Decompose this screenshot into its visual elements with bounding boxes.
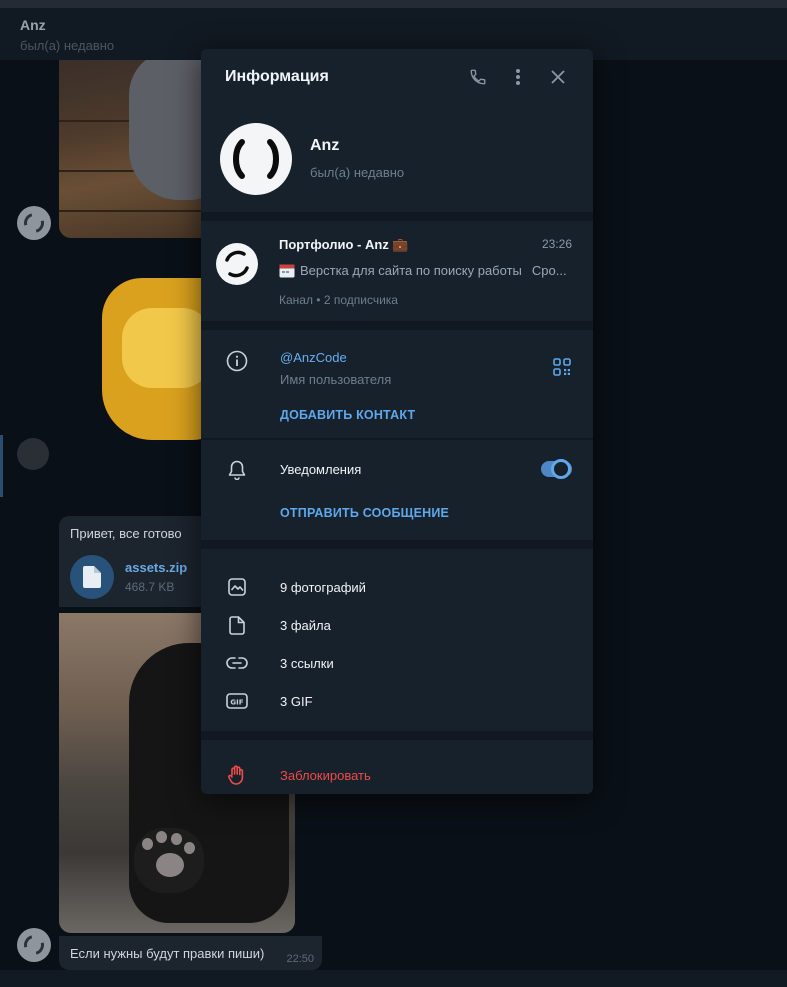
notifications-toggle[interactable] (541, 459, 572, 479)
channel-time: 23:26 (541, 237, 572, 251)
username-section: @AnzCode Имя пользователя ДОБАВИТЬ КОНТА… (201, 330, 593, 438)
channel-subscribers: Канал • 2 подписчика (279, 293, 398, 307)
section-divider (201, 212, 593, 221)
file-name: assets.zip (125, 560, 188, 575)
media-label: 3 GIF (280, 693, 313, 709)
notifications-label: Уведомления (280, 462, 362, 477)
block-user-button[interactable]: Заблокировать (201, 740, 593, 794)
profile-section: Anz был(а) недавно (201, 105, 593, 212)
profile-avatar[interactable] (220, 122, 292, 195)
block-label: Заблокировать (280, 767, 371, 783)
panel-header: Информация (201, 49, 593, 105)
info-icon (226, 350, 248, 372)
more-options-icon[interactable] (507, 66, 529, 88)
composer-bar[interactable] (0, 970, 787, 987)
shared-media-section: 9 фотографий 3 файла 3 ссылки GIF 3 GIF (201, 549, 593, 731)
avatar[interactable] (17, 928, 51, 962)
personal-channel[interactable]: Портфолио - Anz 💼 23:26 Верстка для сайт… (201, 221, 593, 321)
photo-icon (226, 576, 248, 598)
section-divider (201, 731, 593, 740)
document-icon[interactable] (70, 555, 114, 599)
qr-code-icon[interactable] (553, 358, 571, 381)
svg-text:GIF: GIF (230, 698, 243, 706)
hand-stop-icon (226, 764, 248, 786)
phone-icon[interactable] (467, 66, 489, 88)
username-label: Имя пользователя (280, 372, 392, 387)
window-top-strip (0, 0, 787, 8)
username-info[interactable]: @AnzCode Имя пользователя (280, 350, 391, 387)
unread-marker (0, 435, 3, 497)
file-size: 468.7 KB (125, 580, 175, 594)
profile-status: был(а) недавно (310, 165, 405, 180)
notifications-section: Уведомления ОТПРАВИТЬ СООБЩЕНИЕ (201, 440, 593, 540)
channel-preview-tail: Сро... (531, 263, 567, 278)
media-row-files[interactable]: 3 файла (201, 606, 593, 644)
message-time: 22:50 (286, 953, 314, 965)
calendar-icon (279, 263, 295, 281)
toggle-knob (551, 459, 571, 479)
media-row-gifs[interactable]: GIF 3 GIF (201, 682, 593, 720)
section-divider (201, 540, 593, 549)
username-value[interactable]: @AnzCode (280, 350, 391, 365)
add-contact-button[interactable]: ДОБАВИТЬ КОНТАКТ (280, 408, 593, 422)
media-label: 9 фотографий (280, 579, 366, 595)
close-icon[interactable] (547, 66, 569, 88)
link-icon (226, 652, 248, 674)
section-divider (201, 321, 593, 330)
channel-avatar[interactable] (216, 243, 258, 285)
media-row-links[interactable]: 3 ссылки (201, 644, 593, 682)
channel-preview: Верстка для сайта по поиску работы Сро..… (279, 263, 572, 281)
avatar[interactable] (17, 206, 51, 240)
channel-name: Портфолио - Anz 💼 (279, 237, 409, 252)
gif-icon: GIF (226, 690, 248, 712)
chat-title: Anz (20, 17, 46, 33)
message-text: Если нужны будут правки пиши) (70, 946, 265, 961)
message-bubble[interactable]: Если нужны будут правки пиши) 22:50 (59, 936, 322, 970)
profile-name: Anz (310, 137, 340, 154)
avatar[interactable] (17, 438, 49, 470)
panel-title: Информация (225, 68, 329, 85)
media-label: 3 ссылки (280, 655, 334, 671)
media-label: 3 файла (280, 617, 331, 633)
info-panel: Информация Anz был(а) недавно Портфолио … (201, 49, 593, 794)
send-message-button[interactable]: ОТПРАВИТЬ СООБЩЕНИЕ (280, 506, 593, 520)
file-icon (226, 614, 248, 636)
media-row-photos[interactable]: 9 фотографий (201, 568, 593, 606)
channel-preview-text: Верстка для сайта по поиску работы (300, 263, 522, 278)
bell-icon (226, 459, 248, 481)
